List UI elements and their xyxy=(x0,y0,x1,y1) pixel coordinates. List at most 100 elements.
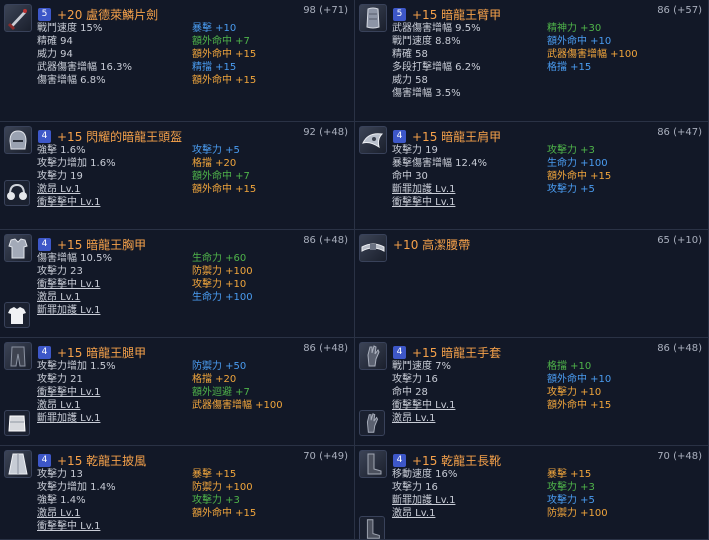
bonus-line: 攻擊力 +5 xyxy=(192,145,240,156)
bonus-line: 額外命中 +15 xyxy=(192,75,257,86)
bonus-line: 格擋 +20 xyxy=(192,158,237,169)
item-name: +15 暗龍王手套 xyxy=(412,346,502,360)
chest-icon xyxy=(4,234,32,262)
bonus-stats: 攻擊力 +3 生命力 +100 額外命中 +15 攻擊力 +5 xyxy=(547,144,611,196)
armor-icon xyxy=(4,410,30,436)
grade-badge: 4 xyxy=(38,454,51,467)
skill-line[interactable]: 斷罪加護 Lv.1 xyxy=(37,304,112,317)
skill-line[interactable]: 衝擊擊中 Lv.1 xyxy=(37,278,112,291)
stat-line: 攻擊力增加 1.4% xyxy=(37,482,116,493)
item-card-item4[interactable]: 4 +15 暗龍王肩甲 86 (+47) 攻擊力 19 暴擊傷害增幅 12.4% 命中 3… xyxy=(355,122,709,230)
bonus-stats: 生命力 +60 防禦力 +100 攻擊力 +10 生命力 +100 xyxy=(192,252,253,304)
skill-line[interactable]: 衝擊擊中 Lv.1 xyxy=(392,399,455,412)
base-stats: 攻擊力 19 暴擊傷害增幅 12.4% 命中 30 斷罪加護 Lv.1 衝擊擊中 Lv.… xyxy=(392,144,487,209)
item-title-row: 4 +15 暗龍王肩甲 xyxy=(393,128,501,145)
base-stats: 攻擊力 13 攻擊力增加 1.4% 強擊 1.4% 激昂 Lv.1 衝擊擊中 Lv.1 xyxy=(37,468,116,533)
stat-line: 威力 94 xyxy=(37,49,73,60)
item-name: +15 暗龍王肩甲 xyxy=(412,130,502,144)
stat-line: 攻擊力增加 1.6% xyxy=(37,158,116,169)
bonus-line: 防禦力 +100 xyxy=(192,266,253,277)
item-title-row: 4 +15 乾龍王長靴 xyxy=(393,452,501,469)
bonus-line: 額外迴避 +7 xyxy=(192,387,250,398)
item-card-item6[interactable]: +10 高潔腰帶 65 (+10) xyxy=(355,230,709,338)
stat-line: 攻擊力 19 xyxy=(37,171,83,182)
skill-line[interactable]: 衝擊擊中 Lv.1 xyxy=(37,520,116,533)
stat-line: 精確 94 xyxy=(37,36,73,47)
bonus-line: 生命力 +60 xyxy=(192,253,247,264)
bonus-stats: 格擋 +10 額外命中 +10 攻擊力 +10 額外命中 +15 xyxy=(547,360,611,412)
item-card-item2[interactable]: 5 +15 暗龍王臂甲 86 (+57) 武器傷害增幅 9.5% 戰鬥速度 8.8% 精確… xyxy=(355,0,709,122)
item-title-row: 4 +15 暗龍王腿甲 xyxy=(38,344,146,361)
item-score: 98 (+71) xyxy=(303,5,348,16)
bonus-line: 防禦力 +100 xyxy=(192,482,253,493)
cape-icon xyxy=(4,450,32,478)
item-title-row: 4 +15 乾龍王披風 xyxy=(38,452,146,469)
skill-line[interactable]: 斷罪加護 Lv.1 xyxy=(392,494,457,507)
skill-line[interactable]: 斷罪加護 Lv.1 xyxy=(37,412,116,425)
bonus-line: 額外命中 +15 xyxy=(192,508,257,519)
skill-line[interactable]: 斷罪加護 Lv.1 xyxy=(392,183,487,196)
stat-line: 攻擊力 16 xyxy=(392,374,438,385)
skill-line[interactable]: 激昂 Lv.1 xyxy=(37,507,116,520)
bonus-line: 攻擊力 +3 xyxy=(192,495,240,506)
belt-icon xyxy=(359,234,387,262)
item-title-row: 4 +15 閃耀的暗龍王頭盔 xyxy=(38,128,182,145)
item-card-item5[interactable]: 4 +15 暗龍王胸甲 86 (+48) 傷害增幅 10.5% 攻擊力 23 衝擊擊中 L… xyxy=(0,230,355,338)
item-name: +15 乾龍王長靴 xyxy=(412,454,502,468)
boots-icon xyxy=(359,516,385,539)
skill-line[interactable]: 激昂 Lv.1 xyxy=(392,412,455,425)
item-score: 70 (+48) xyxy=(657,451,702,462)
bonus-line: 攻擊力 +5 xyxy=(547,495,595,506)
bonus-line: 生命力 +100 xyxy=(192,292,253,303)
bonus-line: 額外命中 +10 xyxy=(547,36,612,47)
skill-line[interactable]: 激昂 Lv.1 xyxy=(37,399,116,412)
bonus-line: 格擋 +20 xyxy=(192,374,237,385)
skill-line[interactable]: 激昂 Lv.1 xyxy=(37,183,116,196)
base-stats: 強擊 1.6% 攻擊力增加 1.6% 攻擊力 19 激昂 Lv.1 衝擊擊中 Lv.1 xyxy=(37,144,116,209)
bonus-line: 生命力 +100 xyxy=(547,158,608,169)
item-title-row: +10 高潔腰帶 xyxy=(393,236,470,253)
bonus-line: 額外命中 +7 xyxy=(192,171,250,182)
base-stats: 傷害增幅 10.5% 攻擊力 23 衝擊擊中 Lv.1 激昂 Lv.1 斷罪加護 Lv.… xyxy=(37,252,112,317)
item-name: +20 盧德萊鱗片劍 xyxy=(57,8,159,22)
bonus-line: 攻擊力 +3 xyxy=(547,482,595,493)
boots-icon xyxy=(359,450,387,478)
skill-line[interactable]: 衝擊擊中 Lv.1 xyxy=(37,196,116,209)
item-score: 86 (+48) xyxy=(657,343,702,354)
stat-line: 攻擊力 23 xyxy=(37,266,83,277)
item-score: 86 (+57) xyxy=(657,5,702,16)
item-card-item10[interactable]: 4 +15 乾龍王長靴 70 (+48) 移動速度 16% 攻擊力 16 斷罪加護 Lv.… xyxy=(355,446,709,540)
item-card-item3[interactable]: 4 +15 閃耀的暗龍王頭盔 92 (+48) 強擊 1.6% 攻擊力增加 1.6% 攻擊… xyxy=(0,122,355,230)
item-card-item1[interactable]: 5 +20 盧德萊鱗片劍 98 (+71) 戰鬥速度 15% 精確 94 威力 94 武器傷… xyxy=(0,0,355,122)
bonus-stats: 攻擊力 +5 格擋 +20 額外命中 +7 額外命中 +15 xyxy=(192,144,256,196)
stat-line: 傷害增幅 3.5% xyxy=(392,88,461,99)
skill-line[interactable]: 激昂 Lv.1 xyxy=(392,507,457,520)
stat-line: 強擊 1.4% xyxy=(37,495,86,506)
item-name: +15 暗龍王腿甲 xyxy=(57,346,147,360)
grade-badge: 4 xyxy=(38,238,51,251)
item-card-item9[interactable]: 4 +15 乾龍王披風 70 (+49) 攻擊力 13 攻擊力增加 1.4% 強擊 1.4… xyxy=(0,446,355,540)
skill-line[interactable]: 衝擊擊中 Lv.1 xyxy=(392,196,487,209)
earmuffs-icon xyxy=(4,180,30,206)
bonus-line: 精擋 +15 xyxy=(192,62,237,73)
stat-line: 暴擊傷害增幅 12.4% xyxy=(392,158,487,169)
item-card-item8[interactable]: 4 +15 暗龍王手套 86 (+48) 戰鬥速度 7% 攻擊力 16 命中 28 衝擊擊中… xyxy=(355,338,709,446)
stat-line: 戰鬥速度 15% xyxy=(37,23,103,34)
grade-badge: 4 xyxy=(393,130,406,143)
item-name: +10 高潔腰帶 xyxy=(393,238,471,252)
item-card-item7[interactable]: 4 +15 暗龍王腿甲 86 (+48) 攻擊力增加 1.5% 攻擊力 21 衝擊擊中 L… xyxy=(0,338,355,446)
bonus-line: 攻擊力 +3 xyxy=(547,145,595,156)
bonus-line: 額外命中 +15 xyxy=(192,49,257,60)
bracer-icon xyxy=(359,4,387,32)
stat-line: 強擊 1.6% xyxy=(37,145,86,156)
bonus-line: 攻擊力 +5 xyxy=(547,184,595,195)
skill-line[interactable]: 激昂 Lv.1 xyxy=(37,291,112,304)
bonus-line: 精神力 +30 xyxy=(547,23,602,34)
bonus-line: 攻擊力 +10 xyxy=(192,279,247,290)
sword-icon xyxy=(4,4,32,32)
grade-badge: 5 xyxy=(393,8,406,21)
stat-line: 武器傷害增幅 16.3% xyxy=(37,62,132,73)
item-score: 86 (+48) xyxy=(303,343,348,354)
skill-line[interactable]: 衝擊擊中 Lv.1 xyxy=(37,386,116,399)
stat-line: 攻擊力 16 xyxy=(392,482,438,493)
